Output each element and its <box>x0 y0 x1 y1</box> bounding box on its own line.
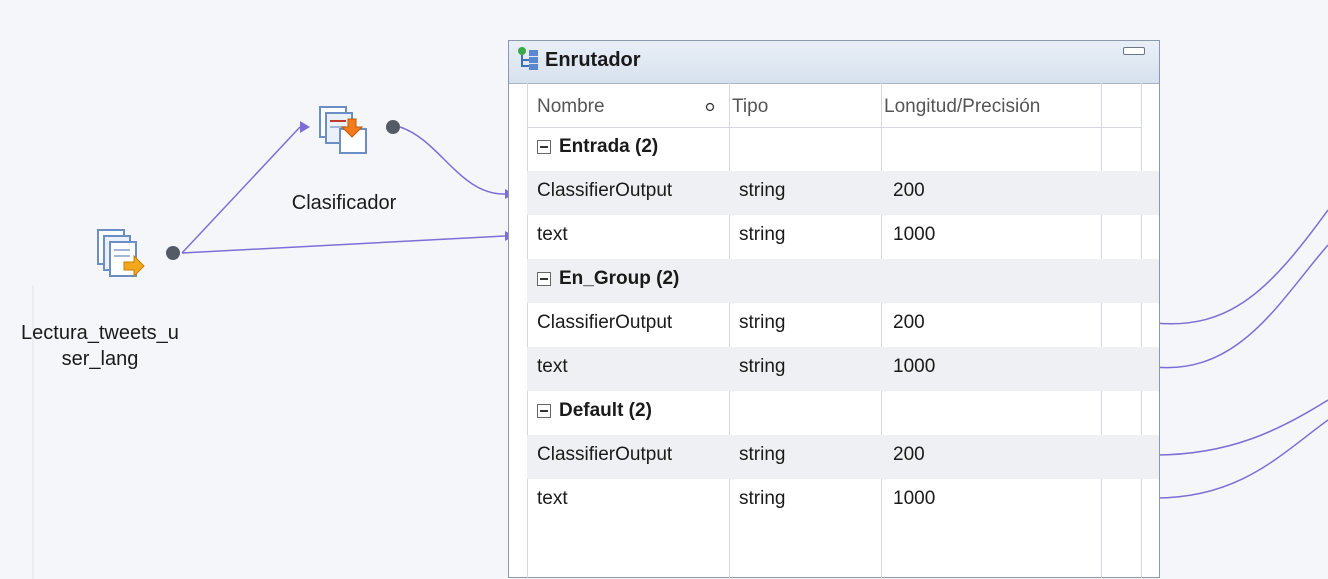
column-header-length[interactable]: Longitud/Precisión <box>884 87 1040 127</box>
port-name: text <box>537 224 568 245</box>
router-title: Enrutador <box>545 49 641 71</box>
link-out-default-1 <box>1154 399 1328 456</box>
port-row[interactable]: text string 1000 <box>527 215 1159 259</box>
port-row[interactable]: ClassifierOutput string 200 <box>527 435 1159 479</box>
port-length: 1000 <box>893 488 936 509</box>
router-transformation[interactable]: Enrutador Nombre Tipo Longitud/Precisión… <box>508 40 1160 579</box>
port-row[interactable]: ClassifierOutput string 200 <box>527 171 1159 215</box>
link-out-en-group-2 <box>1154 244 1328 369</box>
link-out-default-2 <box>1154 419 1328 499</box>
router-header[interactable]: Enrutador <box>509 41 1159 84</box>
port-row[interactable]: text string 1000 <box>527 479 1159 523</box>
collapse-toggle-icon[interactable] <box>537 140 551 154</box>
port-name: text <box>537 356 568 377</box>
source-qualifier-icon <box>97 229 145 278</box>
link-out-en-group-1 <box>1154 209 1328 325</box>
port-name: text <box>537 488 568 509</box>
port-type: string <box>739 180 786 201</box>
source-label-line1: Lectura_tweets_u <box>21 322 179 344</box>
classifier-icon <box>319 106 367 154</box>
classifier-label: Clasificador <box>291 192 397 214</box>
port-length: 1000 <box>893 224 936 245</box>
port-length: 200 <box>893 444 925 465</box>
arrowhead-classifier <box>300 121 310 133</box>
port-row[interactable]: text string 1000 <box>527 347 1159 391</box>
group-label: Entrada (2) <box>559 136 659 157</box>
sort-indicator-icon <box>705 102 715 112</box>
port-type: string <box>739 224 786 245</box>
group-label: Default (2) <box>559 400 652 421</box>
port-name: ClassifierOutput <box>537 312 673 333</box>
column-header-type[interactable]: Tipo <box>732 87 768 127</box>
port-length: 200 <box>893 180 925 201</box>
port-type: string <box>739 356 786 377</box>
group-row-default[interactable]: Default (2) <box>527 391 1159 435</box>
port-type: string <box>739 312 786 333</box>
port-name: ClassifierOutput <box>537 180 673 201</box>
port-type: string <box>739 488 786 509</box>
group-row-entrada[interactable]: Entrada (2) <box>527 127 1159 171</box>
port-length: 1000 <box>893 356 936 377</box>
classifier-output-port[interactable] <box>386 120 400 134</box>
group-row-en-group[interactable]: En_Group (2) <box>527 259 1159 303</box>
collapse-toggle-icon[interactable] <box>537 404 551 418</box>
group-label: En_Group (2) <box>559 268 680 289</box>
link-classifier-to-router <box>399 126 506 195</box>
source-label-line2: ser_lang <box>61 348 139 370</box>
column-header-name[interactable]: Nombre <box>537 87 605 127</box>
port-length: 200 <box>893 312 925 333</box>
router-icon <box>518 47 538 70</box>
link-source-to-router-text <box>181 235 506 254</box>
port-type: string <box>739 444 786 465</box>
port-name: ClassifierOutput <box>537 444 673 465</box>
collapse-toggle-icon[interactable] <box>537 272 551 286</box>
port-row[interactable]: ClassifierOutput string 200 <box>527 303 1159 347</box>
source-output-port[interactable] <box>166 246 180 260</box>
minimize-button[interactable] <box>1123 47 1145 55</box>
